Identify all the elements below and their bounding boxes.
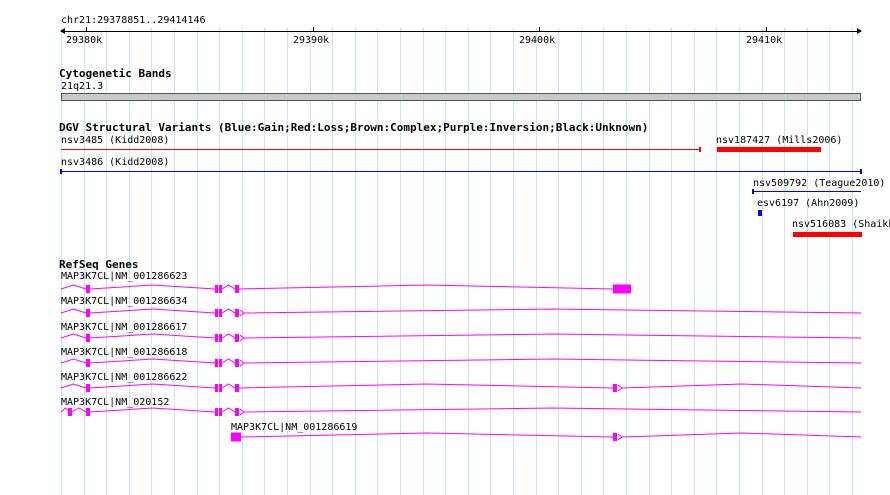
intron-line[interactable] xyxy=(221,333,236,339)
exon-block[interactable] xyxy=(86,309,90,317)
intron-line[interactable] xyxy=(89,383,216,389)
intron-line[interactable] xyxy=(60,333,87,339)
intron-line[interactable] xyxy=(221,284,236,290)
exon-block[interactable] xyxy=(235,359,239,367)
exon-block[interactable] xyxy=(613,284,631,294)
intron-line[interactable] xyxy=(89,333,216,339)
exon-block[interactable] xyxy=(86,334,90,342)
intron-line[interactable] xyxy=(71,407,87,413)
exon-block[interactable] xyxy=(219,334,222,342)
intron-line[interactable] xyxy=(221,308,236,314)
exon-block[interactable] xyxy=(86,359,90,367)
strand-arrow[interactable] xyxy=(239,359,245,367)
strand-arrow[interactable] xyxy=(617,433,623,441)
intron-line[interactable] xyxy=(60,308,87,314)
intron-line[interactable] xyxy=(221,383,236,389)
exon-block[interactable] xyxy=(215,359,218,367)
exon-block[interactable] xyxy=(219,309,222,317)
exon-block[interactable] xyxy=(235,309,239,317)
exon-block[interactable] xyxy=(219,359,222,367)
intron-line[interactable] xyxy=(240,432,614,438)
exon-block[interactable] xyxy=(215,334,218,342)
intron-line[interactable] xyxy=(243,333,862,339)
refseq-gene-models[interactable] xyxy=(0,0,890,495)
intron-line[interactable] xyxy=(243,407,862,413)
intron-line[interactable] xyxy=(238,383,614,389)
exon-block[interactable] xyxy=(215,384,218,392)
exon-block[interactable] xyxy=(219,408,222,416)
exon-block[interactable] xyxy=(235,285,239,293)
intron-line[interactable] xyxy=(243,308,862,314)
exon-block[interactable] xyxy=(215,408,218,416)
exon-block[interactable] xyxy=(86,384,90,392)
exon-block[interactable] xyxy=(215,285,218,293)
exon-block[interactable] xyxy=(86,285,90,293)
intron-line[interactable] xyxy=(60,358,87,364)
exon-block[interactable] xyxy=(231,432,241,442)
intron-line[interactable] xyxy=(89,284,216,290)
strand-arrow[interactable] xyxy=(617,384,623,392)
exon-block[interactable] xyxy=(235,408,239,416)
exon-block[interactable] xyxy=(219,384,222,392)
intron-line[interactable] xyxy=(238,284,614,290)
intron-line[interactable] xyxy=(89,308,216,314)
exon-block[interactable] xyxy=(219,285,222,293)
intron-line[interactable] xyxy=(60,383,87,389)
intron-line[interactable] xyxy=(60,284,87,290)
intron-line[interactable] xyxy=(221,407,236,413)
exon-block[interactable] xyxy=(235,384,239,392)
intron-line[interactable] xyxy=(89,358,216,364)
intron-line[interactable] xyxy=(243,358,862,364)
strand-arrow[interactable] xyxy=(239,309,245,317)
exon-block[interactable] xyxy=(613,384,617,392)
exon-block[interactable] xyxy=(68,408,72,416)
exon-block[interactable] xyxy=(215,309,218,317)
intron-line[interactable] xyxy=(89,407,216,413)
exon-block[interactable] xyxy=(235,334,239,342)
exon-block[interactable] xyxy=(613,433,617,441)
exon-block[interactable] xyxy=(86,408,90,416)
intron-line[interactable] xyxy=(621,383,862,389)
strand-arrow[interactable] xyxy=(239,334,245,342)
intron-line[interactable] xyxy=(621,432,862,438)
intron-line[interactable] xyxy=(221,358,236,364)
strand-arrow[interactable] xyxy=(239,408,245,416)
